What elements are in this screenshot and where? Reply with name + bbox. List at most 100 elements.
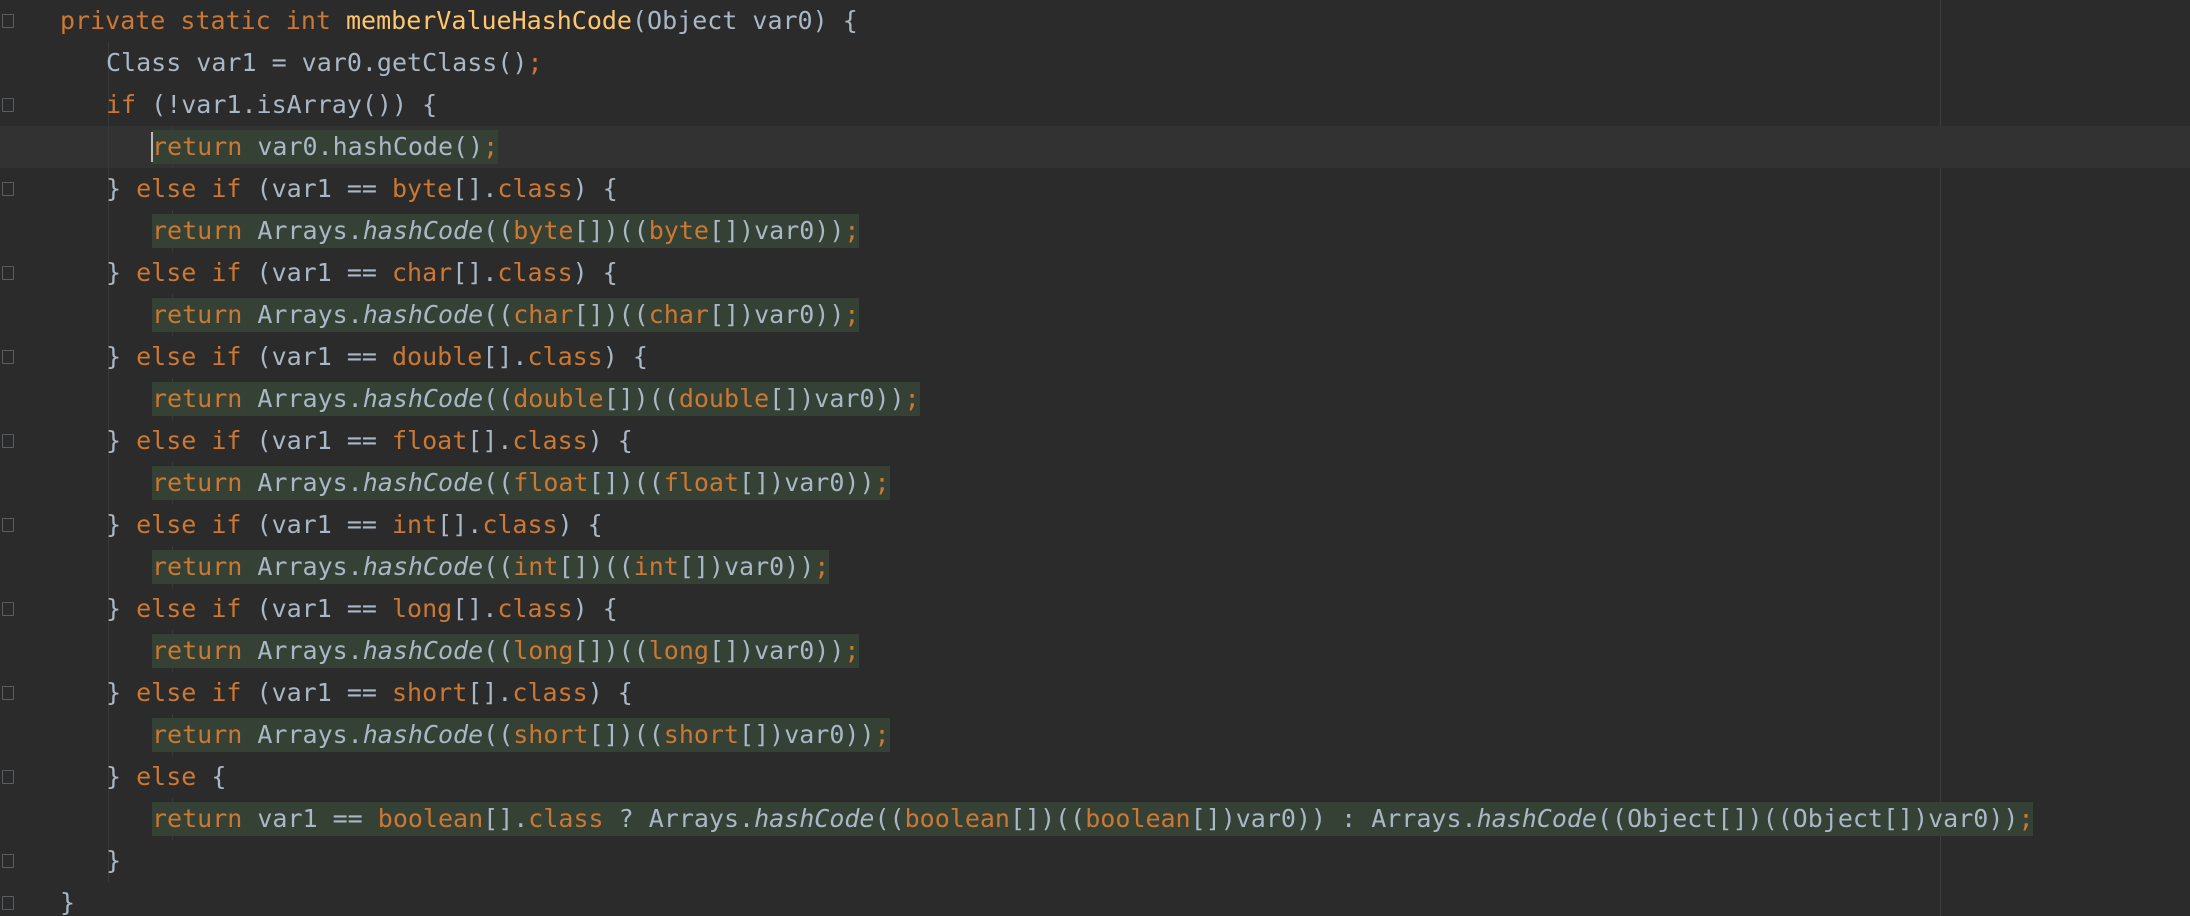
code-line[interactable]: private static int memberValueHashCode(O… <box>0 0 2190 42</box>
code-token: else if <box>136 342 257 371</box>
code-text: Class var1 = var0.getClass(); <box>106 42 543 84</box>
code-token: ? Arrays. <box>618 804 755 833</box>
code-token: char <box>392 258 453 287</box>
code-token: (var1 == <box>256 174 392 203</box>
code-token: Arrays. <box>257 720 363 749</box>
indent-guide <box>108 714 109 756</box>
code-line[interactable]: } else if (var1 == char[].class) { <box>0 252 2190 294</box>
code-line[interactable]: return Arrays.hashCode((float[])((float[… <box>0 462 2190 504</box>
code-line[interactable]: } else if (var1 == int[].class) { <box>0 504 2190 546</box>
code-line[interactable]: return Arrays.hashCode((int[])((int[])va… <box>0 546 2190 588</box>
code-token: short <box>663 720 740 749</box>
code-token: class <box>512 426 588 455</box>
code-token: ) { <box>572 258 618 287</box>
code-line[interactable]: } <box>0 840 2190 882</box>
code-token: { <box>211 762 227 791</box>
code-token: return <box>152 300 258 329</box>
code-token: int <box>633 552 679 581</box>
code-line[interactable]: } else if (var1 == double[].class) { <box>0 336 2190 378</box>
code-token: ) { <box>602 342 648 371</box>
code-token: ((Object[])((Object[])var0)) <box>1597 804 2019 833</box>
code-token: Arrays. <box>257 552 363 581</box>
code-token: []. <box>483 804 529 833</box>
code-line[interactable]: } else { <box>0 756 2190 798</box>
code-token: ) { <box>572 594 618 623</box>
code-token: byte <box>648 216 709 245</box>
code-token: hashCode <box>1476 804 1597 833</box>
code-token: [])var0)) <box>708 300 845 329</box>
code-token: class <box>528 804 619 833</box>
code-line[interactable]: } else if (var1 == float[].class) { <box>0 420 2190 462</box>
code-text: return Arrays.hashCode((int[])((int[])va… <box>152 546 829 588</box>
code-line[interactable]: return var1 == boolean[].class ? Arrays.… <box>0 798 2190 840</box>
code-line[interactable]: } else if (var1 == short[].class) { <box>0 672 2190 714</box>
code-token: else if <box>136 510 257 539</box>
code-line[interactable]: if (!var1.isArray()) { <box>0 84 2190 126</box>
code-token: boolean <box>904 804 1010 833</box>
code-token: Arrays. <box>257 300 363 329</box>
code-token: [])var0)) <box>708 216 845 245</box>
code-line[interactable]: } <box>0 882 2190 916</box>
code-text: return Arrays.hashCode((long[])((long[])… <box>152 630 859 672</box>
code-token: short <box>513 720 589 749</box>
code-editor[interactable]: private static int memberValueHashCode(O… <box>0 0 2190 916</box>
code-text: return Arrays.hashCode((char[])((char[])… <box>152 294 859 336</box>
code-token: char <box>648 300 709 329</box>
code-token: [])var0)) <box>739 468 875 497</box>
code-line[interactable]: return var0.hashCode(); <box>0 126 2190 168</box>
code-line[interactable]: return Arrays.hashCode((short[])((short[… <box>0 714 2190 756</box>
indent-guide <box>108 378 109 420</box>
code-token: Arrays. <box>257 468 363 497</box>
code-token: } <box>106 510 137 539</box>
code-token: ) { <box>587 678 633 707</box>
code-token: return <box>152 468 258 497</box>
code-line[interactable]: return Arrays.hashCode((long[])((long[])… <box>0 630 2190 672</box>
code-token: hashCode <box>362 468 484 497</box>
code-token: [])(( <box>573 300 649 329</box>
code-token: (( <box>483 300 514 329</box>
code-token: return <box>152 132 258 161</box>
code-text: return var0.hashCode(); <box>152 126 498 168</box>
code-line[interactable]: return Arrays.hashCode((byte[])((byte[])… <box>0 210 2190 252</box>
code-token: hashCode <box>362 384 484 413</box>
code-token: [])var0)) <box>739 720 875 749</box>
code-token: (var1 == <box>256 594 392 623</box>
code-token: long <box>648 636 709 665</box>
code-token: Arrays. <box>257 636 363 665</box>
code-token: [])(( <box>588 468 664 497</box>
code-token: [])var0)) <box>678 552 815 581</box>
code-token: []. <box>452 594 498 623</box>
code-token: long <box>392 594 453 623</box>
code-token: (( <box>483 636 514 665</box>
code-line[interactable]: return Arrays.hashCode((double[])((doubl… <box>0 378 2190 420</box>
code-text: return Arrays.hashCode((short[])((short[… <box>152 714 890 756</box>
code-token: (!var1.isArray()) { <box>151 90 438 119</box>
code-text: } else if (var1 == float[].class) { <box>106 420 633 462</box>
code-token: } <box>106 762 137 791</box>
code-token: (var1 == <box>256 678 392 707</box>
code-token: double <box>513 384 604 413</box>
code-line[interactable]: return Arrays.hashCode((char[])((char[])… <box>0 294 2190 336</box>
code-line[interactable]: Class var1 = var0.getClass(); <box>0 42 2190 84</box>
code-token: []. <box>452 258 498 287</box>
code-token: return <box>152 720 258 749</box>
code-token: return <box>152 384 258 413</box>
code-line[interactable]: } else if (var1 == long[].class) { <box>0 588 2190 630</box>
code-token: ; <box>2018 804 2034 833</box>
code-token: ; <box>814 552 830 581</box>
code-token: else if <box>136 678 257 707</box>
code-line[interactable]: } else if (var1 == byte[].class) { <box>0 168 2190 210</box>
code-token: double <box>392 342 483 371</box>
code-token: Arrays. <box>257 216 363 245</box>
code-token: ; <box>527 48 543 77</box>
code-token: private <box>60 6 181 35</box>
code-token: else if <box>136 426 257 455</box>
indent-guide <box>108 210 109 252</box>
code-token: boolean <box>1085 804 1191 833</box>
code-token: int <box>285 6 346 35</box>
code-token: []. <box>437 510 483 539</box>
code-token: hashCode <box>362 552 484 581</box>
code-token: byte <box>513 216 574 245</box>
code-token: boolean <box>377 804 484 833</box>
indent-guide <box>108 126 109 168</box>
